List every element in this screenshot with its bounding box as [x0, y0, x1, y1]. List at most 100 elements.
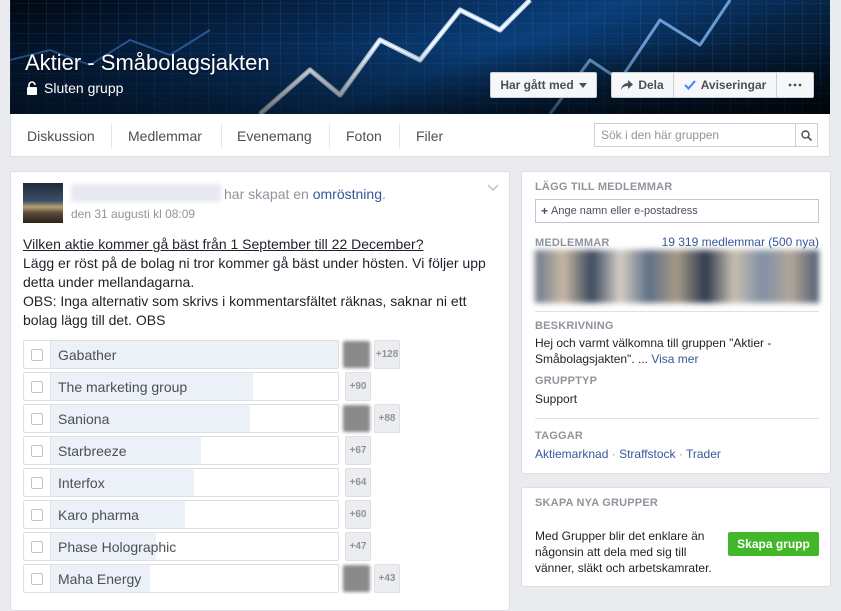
- members-heading: MEDLEMMAR: [535, 237, 610, 249]
- poll-checkbox[interactable]: [31, 572, 43, 585]
- poll-vote-count[interactable]: +64: [345, 468, 371, 497]
- poll-checkbox[interactable]: [31, 476, 43, 489]
- tags-heading: TAGGAR: [535, 430, 584, 442]
- tag-separator: ·: [611, 447, 620, 461]
- search-button[interactable]: [795, 124, 817, 146]
- post-body: Vilken aktie kommer gå bäst från 1 Septe…: [23, 235, 503, 330]
- author-avatar[interactable]: [23, 183, 63, 223]
- more-options-button[interactable]: [776, 72, 814, 98]
- share-button[interactable]: Dela: [611, 72, 674, 98]
- add-members-placeholder: Ange namn eller e-postadress: [551, 205, 698, 217]
- voter-avatar-blurred[interactable]: [343, 405, 370, 432]
- ellipsis-icon: [788, 83, 802, 87]
- poll-vote-count[interactable]: +67: [345, 436, 371, 465]
- poll-option-label: Gabather: [58, 347, 117, 363]
- poll-checkbox-cell[interactable]: [24, 437, 51, 464]
- poll-link[interactable]: omröstning: [313, 186, 382, 202]
- poll-option-box[interactable]: Phase Holographic: [23, 532, 339, 561]
- tag-separator: ·: [678, 447, 686, 461]
- group-type-heading: GRUPPTYP: [535, 375, 598, 387]
- poll-checkbox[interactable]: [31, 508, 43, 521]
- poll-option-label: Interfox: [58, 475, 105, 491]
- post-action-text: har skapat en: [224, 186, 309, 202]
- post-timestamp[interactable]: den 31 augusti kl 08:09: [71, 207, 195, 221]
- group-description: Hej och varmt välkomna till gruppen "Akt…: [535, 335, 805, 367]
- divider: [535, 311, 819, 312]
- poll-vote-count[interactable]: +60: [345, 500, 371, 529]
- notifications-label: Aviseringar: [700, 78, 767, 92]
- poll-vote-count[interactable]: +90: [345, 372, 371, 401]
- poll-option-box[interactable]: Maha Energy: [23, 564, 339, 593]
- poll-checkbox-cell[interactable]: [24, 341, 51, 368]
- poll-option-label: Starbreeze: [58, 443, 127, 459]
- poll-vote-count[interactable]: +47: [345, 532, 371, 561]
- group-nav-bar: Diskussion Medlemmar Evenemang Foton Fil…: [10, 114, 830, 157]
- chevron-down-icon[interactable]: [487, 184, 499, 192]
- poll-checkbox[interactable]: [31, 540, 43, 553]
- group-title[interactable]: Aktier - Småbolagsjakten: [25, 50, 270, 76]
- notifications-button[interactable]: Aviseringar: [673, 72, 777, 98]
- poll-checkbox[interactable]: [31, 348, 43, 361]
- poll-option-label: The marketing group: [58, 379, 188, 395]
- voter-avatar-blurred[interactable]: [343, 341, 370, 368]
- poll-option-box[interactable]: Starbreeze: [23, 436, 339, 465]
- poll-checkbox-cell[interactable]: [24, 373, 51, 400]
- poll-vote-count[interactable]: +88: [374, 404, 400, 433]
- voter-avatar-blurred[interactable]: [343, 565, 370, 592]
- tab-photos[interactable]: Foton: [346, 114, 382, 157]
- add-members-heading: LÄGG TILL MEDLEMMAR: [535, 181, 673, 193]
- tab-divider: [399, 124, 400, 148]
- member-avatars-blurred[interactable]: [535, 250, 819, 303]
- group-search[interactable]: Sök i den här gruppen: [594, 123, 818, 147]
- create-groups-heading: SKAPA NYA GRUPPER: [535, 497, 658, 509]
- poll-option-box[interactable]: The marketing group: [23, 372, 339, 401]
- poll-checkbox-cell[interactable]: [24, 565, 51, 592]
- create-group-button[interactable]: Skapa grupp: [728, 532, 819, 556]
- tab-events[interactable]: Evenemang: [237, 114, 312, 157]
- tab-divider: [111, 124, 112, 148]
- search-icon: [801, 129, 812, 141]
- poll-option-label: Phase Holographic: [58, 539, 177, 555]
- joined-button[interactable]: Har gått med: [490, 72, 597, 98]
- poll-option-label: Karo pharma: [58, 507, 139, 523]
- checkmark-icon: [683, 80, 696, 90]
- poll-vote-count[interactable]: +128: [374, 340, 400, 369]
- poll-option-box[interactable]: Interfox: [23, 468, 339, 497]
- group-info-card: LÄGG TILL MEDLEMMAR + Ange namn eller e-…: [521, 171, 831, 474]
- divider: [535, 418, 819, 419]
- poll-vote-count[interactable]: +43: [374, 564, 400, 593]
- poll-post: har skapat en omröstning. den 31 augusti…: [10, 171, 510, 611]
- tab-divider: [221, 124, 222, 148]
- add-members-input[interactable]: + Ange namn eller e-postadress: [535, 199, 819, 223]
- poll-checkbox-cell[interactable]: [24, 533, 51, 560]
- poll-checkbox[interactable]: [31, 380, 43, 393]
- poll-checkbox-cell[interactable]: [24, 469, 51, 496]
- members-count-link[interactable]: 19 319 medlemmar (500 nya): [662, 235, 819, 249]
- post-note: OBS: Inga alternativ som skrivs i kommen…: [23, 293, 467, 328]
- cover-photo: Aktier - Småbolagsjakten Sluten grupp Ha…: [10, 0, 830, 114]
- caret-down-icon: [578, 82, 587, 88]
- tab-files[interactable]: Filer: [416, 114, 443, 157]
- poll-checkbox-cell[interactable]: [24, 405, 51, 432]
- privacy-label: Sluten grupp: [44, 80, 124, 96]
- poll-checkbox[interactable]: [31, 412, 43, 425]
- tag-link[interactable]: Straffstock: [619, 447, 675, 461]
- post-action: har skapat en omröstning.: [224, 186, 386, 202]
- group-privacy: Sluten grupp: [26, 80, 123, 96]
- see-more-link[interactable]: Visa mer: [651, 352, 698, 366]
- author-name-blurred[interactable]: [71, 184, 221, 202]
- poll-option-box[interactable]: Saniona: [23, 404, 339, 433]
- poll-checkbox-cell[interactable]: [24, 501, 51, 528]
- tab-members[interactable]: Medlemmar: [128, 114, 202, 157]
- share-label: Dela: [638, 78, 664, 92]
- create-groups-text: Med Grupper blir det enklare än någonsin…: [535, 529, 712, 575]
- poll-option-box[interactable]: Karo pharma: [23, 500, 339, 529]
- share-arrow-icon: [621, 80, 634, 90]
- tag-link[interactable]: Trader: [686, 447, 721, 461]
- post-description: Lägg er röst på de bolag ni tror kommer …: [23, 255, 486, 290]
- tag-link[interactable]: Aktiemarknad: [535, 447, 608, 461]
- search-input[interactable]: Sök i den här gruppen: [595, 124, 795, 146]
- poll-checkbox[interactable]: [31, 444, 43, 457]
- tab-discussion[interactable]: Diskussion: [27, 114, 95, 157]
- poll-option-box[interactable]: Gabather: [23, 340, 339, 369]
